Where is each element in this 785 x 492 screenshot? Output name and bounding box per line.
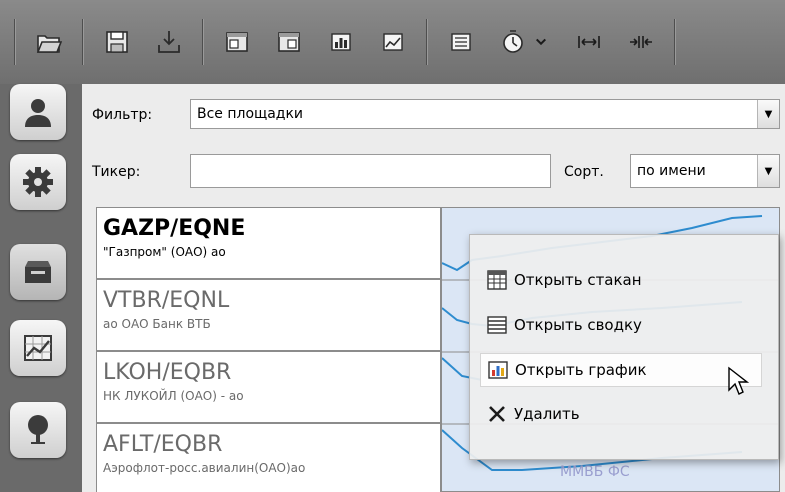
menu-item-open-chart[interactable]: Открыть график: [480, 353, 762, 387]
toolbar-separator: [82, 19, 84, 65]
chevron-down-icon[interactable]: ▼: [757, 155, 779, 187]
chart-icon: [488, 361, 508, 379]
open-folder-icon[interactable]: [30, 23, 68, 61]
collapse-horizontal-icon[interactable]: [622, 23, 660, 61]
list-item[interactable]: LKOH/EQBR НК ЛУКОЙЛ (ОАО) - ао: [96, 351, 441, 423]
toolbar-separator: [14, 19, 16, 65]
ticker-code: LKOH/EQBR: [103, 360, 232, 385]
list-item[interactable]: VTBR/EQNL ао ОАО Банк ВТБ: [96, 279, 441, 351]
user-icon[interactable]: [10, 84, 66, 140]
timer-icon[interactable]: [494, 23, 532, 61]
window-left-icon[interactable]: [218, 23, 256, 61]
ticker-input[interactable]: [190, 154, 551, 188]
inbox-icon[interactable]: [10, 244, 66, 300]
window-right-icon[interactable]: [270, 23, 308, 61]
filter-label: Фильтр:: [92, 107, 153, 123]
ticker-name: НК ЛУКОЙЛ (ОАО) - ао: [103, 389, 244, 403]
delete-x-icon: [489, 406, 505, 422]
menu-item-label: Открыть сводку: [514, 316, 642, 334]
menu-item-open-summary[interactable]: Открыть сводку: [480, 308, 762, 342]
context-menu: Открыть стакан Открыть сводку Открыть гр…: [469, 234, 779, 460]
list-item[interactable]: GAZP/EQNE "Газпром" (ОАО) ао: [96, 207, 441, 279]
order-book-icon: [487, 270, 507, 290]
chevron-down-icon[interactable]: ▼: [757, 100, 779, 128]
toolbar: [0, 0, 785, 84]
ticker-code: GAZP/EQNE: [103, 216, 246, 241]
summary-icon: [487, 316, 507, 334]
tree-icon[interactable]: [10, 402, 66, 458]
menu-item-open-order-book[interactable]: Открыть стакан: [480, 263, 762, 297]
sort-value: по имени: [637, 163, 706, 179]
line-chart-icon[interactable]: [374, 23, 412, 61]
expand-horizontal-icon[interactable]: [570, 23, 608, 61]
left-rail: [0, 84, 82, 492]
menu-item-label: Открыть график: [515, 361, 647, 379]
sort-label: Сорт.: [564, 164, 604, 180]
list-item[interactable]: AFLT/EQBR Аэрофлот-росс.авиалин(ОАО)ао: [96, 423, 441, 492]
ticker-name: "Газпром" (ОАО) ао: [103, 245, 226, 259]
bar-chart-icon[interactable]: [322, 23, 360, 61]
filter-dropdown[interactable]: Все площадки ▼: [190, 99, 780, 129]
toolbar-separator: [202, 19, 204, 65]
table-icon[interactable]: [442, 23, 480, 61]
ticker-name: ао ОАО Банк ВТБ: [103, 317, 211, 331]
filter-value: Все площадки: [197, 106, 304, 122]
ticker-name: Аэрофлот-росс.авиалин(ОАО)ао: [103, 461, 306, 475]
menu-item-delete[interactable]: Удалить: [480, 397, 762, 431]
menu-item-label: Открыть стакан: [514, 271, 642, 289]
chart-icon[interactable]: [10, 320, 66, 376]
menu-item-label: Удалить: [514, 405, 580, 423]
download-icon[interactable]: [150, 23, 188, 61]
ticker-list: GAZP/EQNE "Газпром" (ОАО) ао VTBR/EQNL а…: [96, 207, 441, 492]
toolbar-separator: [674, 19, 676, 65]
sort-dropdown[interactable]: по имени ▼: [630, 154, 780, 188]
ticker-code: AFLT/EQBR: [103, 432, 223, 457]
ticker-label: Тикер:: [92, 164, 141, 180]
ticker-code: VTBR/EQNL: [103, 288, 230, 313]
chart-watermark: ММВБ ФС: [560, 464, 630, 480]
save-icon[interactable]: [98, 23, 136, 61]
gear-icon[interactable]: [10, 154, 66, 210]
toolbar-separator: [426, 19, 428, 65]
mouse-cursor-icon: [728, 366, 749, 395]
chevron-down-icon[interactable]: [534, 23, 548, 61]
